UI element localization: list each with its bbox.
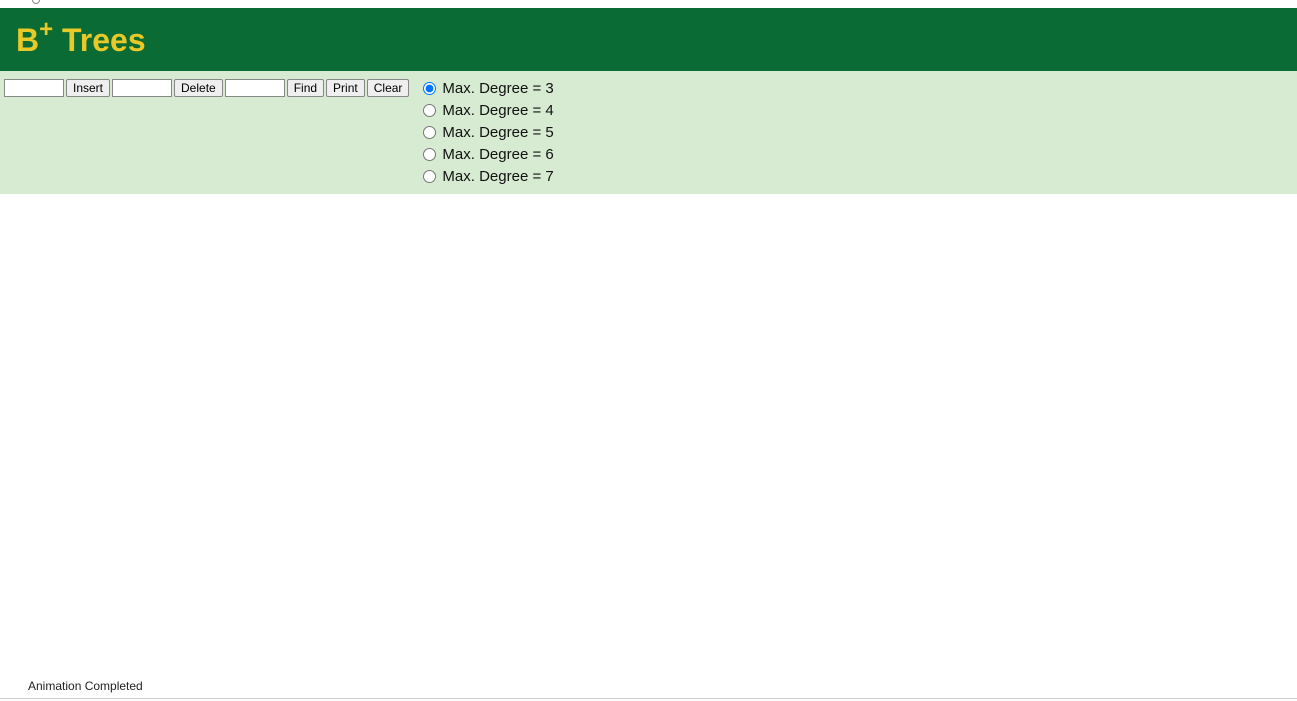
find-button[interactable]: Find [287, 79, 324, 97]
page-title: B+ Trees [16, 22, 146, 58]
degree-option-7[interactable]: Max. Degree = 7 [423, 166, 553, 188]
degree-label: Max. Degree = 6 [442, 144, 553, 166]
controls-left: Insert Delete Find Print Clear [4, 75, 409, 97]
decorative-circle-icon [32, 0, 40, 4]
degree-option-3[interactable]: Max. Degree = 3 [423, 78, 553, 100]
find-input[interactable] [225, 79, 285, 97]
degree-radio-6[interactable] [423, 148, 436, 161]
degree-radio-5[interactable] [423, 126, 436, 139]
degree-radio-3[interactable] [423, 82, 436, 95]
page-header: B+ Trees [0, 8, 1297, 71]
degree-label: Max. Degree = 3 [442, 78, 553, 100]
degree-label: Max. Degree = 5 [442, 122, 553, 144]
status-text: Animation Completed [28, 679, 143, 693]
print-button[interactable]: Print [326, 79, 365, 97]
degree-radio-7[interactable] [423, 170, 436, 183]
degree-radio-4[interactable] [423, 104, 436, 117]
bottom-divider [0, 698, 1297, 699]
top-strip [0, 0, 1297, 8]
degree-option-4[interactable]: Max. Degree = 4 [423, 100, 553, 122]
degree-option-6[interactable]: Max. Degree = 6 [423, 144, 553, 166]
visualization-canvas [0, 194, 1297, 674]
degree-option-5[interactable]: Max. Degree = 5 [423, 122, 553, 144]
insert-input[interactable] [4, 79, 64, 97]
degree-label: Max. Degree = 7 [442, 166, 553, 188]
title-rest: Trees [53, 22, 146, 58]
clear-button[interactable]: Clear [367, 79, 410, 97]
delete-input[interactable] [112, 79, 172, 97]
title-superscript: + [39, 16, 53, 43]
insert-button[interactable]: Insert [66, 79, 110, 97]
degree-options: Max. Degree = 3 Max. Degree = 4 Max. Deg… [423, 75, 553, 188]
delete-button[interactable]: Delete [174, 79, 223, 97]
title-prefix: B [16, 22, 39, 58]
controls-bar: Insert Delete Find Print Clear Max. Degr… [0, 71, 1297, 194]
degree-label: Max. Degree = 4 [442, 100, 553, 122]
